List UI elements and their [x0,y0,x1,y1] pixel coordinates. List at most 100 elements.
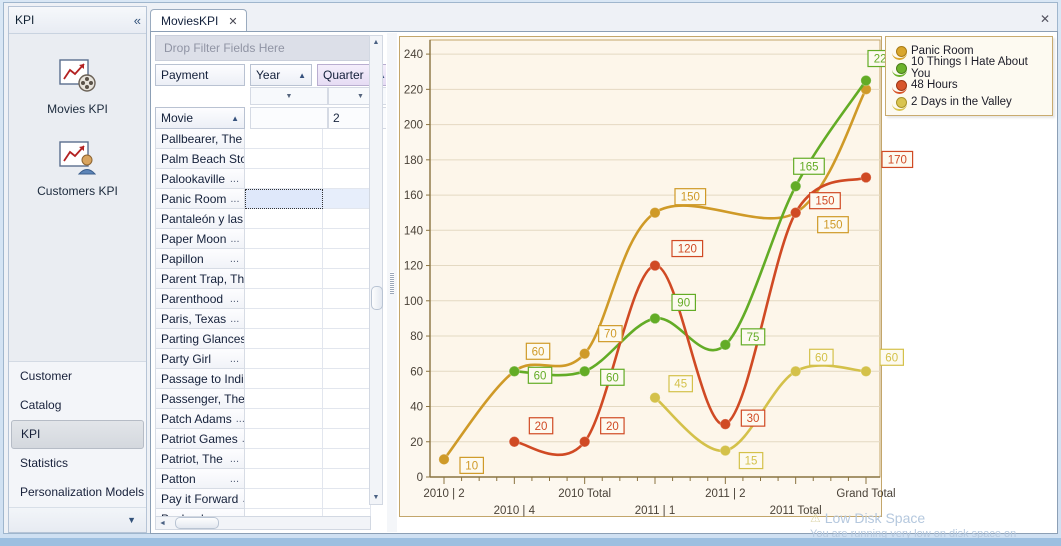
data-cell[interactable] [245,469,323,489]
data-point[interactable] [789,206,802,219]
row-header-cell[interactable]: Panic Room... [155,189,245,209]
data-cell[interactable] [245,249,323,269]
data-cell[interactable] [245,129,323,149]
row-header-cell[interactable]: Palm Beach Stor...... [155,149,245,169]
table-row[interactable]: Patriot Games... [155,429,371,449]
data-cell[interactable] [323,169,371,189]
row-header-cell[interactable]: Patriot Games... [155,429,245,449]
row-header-cell[interactable]: Paper Moon... [155,229,245,249]
scroll-up-icon[interactable]: ▲ [370,36,382,49]
table-row[interactable]: Parting Glances ...... [155,329,371,349]
data-point[interactable] [508,365,521,377]
row-header-cell[interactable]: Pay it Forward... [155,489,245,509]
nav-tile-movies-kpi[interactable]: Movies KPI [9,56,146,116]
data-cell[interactable] [245,409,323,429]
data-cell[interactable] [245,349,323,369]
data-point[interactable] [649,392,661,404]
data-cell[interactable] [245,149,323,169]
table-row[interactable]: Pay it Forward... [155,489,371,509]
data-cell[interactable] [323,269,371,289]
scrollbar-thumb[interactable] [175,517,219,529]
table-row[interactable]: Palookaville... [155,169,371,189]
data-cell[interactable] [245,309,323,329]
data-cell[interactable] [245,489,323,509]
data-point[interactable] [508,436,521,448]
data-cell[interactable] [323,289,371,309]
table-row[interactable]: Parenthood... [155,289,371,309]
sort-ascending-icon[interactable]: ▲ [231,114,239,123]
data-point[interactable] [789,180,802,192]
data-point[interactable] [649,312,661,325]
data-point[interactable] [860,74,872,87]
data-cell[interactable] [245,289,323,309]
pane-splitter[interactable] [387,33,397,532]
nav-more-icon[interactable]: ▼ [127,515,136,525]
scroll-down-icon[interactable]: ▼ [370,491,382,504]
data-cell[interactable] [323,429,371,449]
sort-ascending-icon[interactable]: ▲ [298,71,306,80]
data-cell[interactable] [323,349,371,369]
table-row[interactable]: Pallbearer, The... [155,129,371,149]
row-header-cell[interactable]: Pallbearer, The... [155,129,245,149]
data-point[interactable] [578,436,591,448]
scroll-left-icon[interactable]: ◄ [156,520,169,527]
data-cell[interactable] [323,469,371,489]
data-cell[interactable] [245,229,323,249]
data-cell[interactable] [245,269,323,289]
pivot-vertical-scrollbar[interactable]: ▲ ▼ [369,35,383,505]
nav-tile-customers-kpi[interactable]: Customers KPI [9,138,146,198]
data-point[interactable] [719,444,732,457]
data-cell[interactable] [323,489,371,509]
row-header-cell[interactable]: Passage to Indi...... [155,369,245,389]
data-point[interactable] [719,339,732,351]
row-header-cell[interactable]: Parting Glances ...... [155,329,245,349]
data-cell[interactable] [245,429,323,449]
sidebar-item-personalization-models[interactable]: Personalization Models [9,478,146,507]
table-row[interactable]: Pantaleón y las ...... [155,209,371,229]
data-cell[interactable] [323,209,371,229]
data-cell[interactable] [245,449,323,469]
pivot-horizontal-scrollbar[interactable]: ◄ [155,516,371,530]
row-header-cell[interactable]: Pantaleón y las ...... [155,209,245,229]
data-cell[interactable] [323,129,371,149]
sidebar-item-catalog[interactable]: Catalog [9,391,146,420]
row-header-cell[interactable]: Passenger, The... [155,389,245,409]
table-row[interactable]: Patch Adams... [155,409,371,429]
data-cell[interactable] [323,189,371,209]
row-header-cell[interactable]: Paris, Texas... [155,309,245,329]
row-header-cell[interactable]: Palookaville... [155,169,245,189]
filter-drop-zone[interactable]: Drop Filter Fields Here [155,35,371,61]
collapse-pane-icon[interactable]: « [134,13,141,28]
row-header-cell[interactable]: Patch Adams... [155,409,245,429]
data-point[interactable] [438,453,450,466]
tab-movieskpi[interactable]: MoviesKPI ✕ [150,9,247,32]
data-point[interactable] [578,347,591,360]
field-header-movie[interactable]: Movie ▲ [155,107,245,129]
data-cell[interactable] [245,329,323,349]
row-header-cell[interactable]: Parent Trap, Th...... [155,269,245,289]
field-header-year[interactable]: Year ▲ [250,64,312,86]
table-row[interactable]: Papillon... [155,249,371,269]
row-header-cell[interactable]: Papillon... [155,249,245,269]
data-cell[interactable] [323,449,371,469]
data-point[interactable] [860,365,872,377]
table-row[interactable]: Parent Trap, Th...... [155,269,371,289]
data-cell[interactable] [245,209,323,229]
data-cell[interactable] [323,149,371,169]
data-cell[interactable] [245,389,323,409]
table-row[interactable]: Palm Beach Stor...... [155,149,371,169]
data-point[interactable] [860,171,872,184]
table-row[interactable]: Paper Moon... [155,229,371,249]
window-close-icon[interactable]: ✕ [1040,12,1050,26]
legend-item-10-things-i-hate-about-you[interactable]: 10 Things I Hate About You [892,56,1046,80]
data-cell[interactable] [323,389,371,409]
data-point[interactable] [719,418,732,430]
sidebar-item-statistics[interactable]: Statistics [9,449,146,478]
sidebar-item-customer[interactable]: Customer [9,362,146,391]
table-row[interactable]: Party Girl... [155,349,371,369]
scrollbar-thumb[interactable] [371,286,383,310]
table-row[interactable]: Patton... [155,469,371,489]
table-row[interactable]: Paris, Texas... [155,309,371,329]
data-cell[interactable] [323,409,371,429]
data-cell[interactable] [323,329,371,349]
